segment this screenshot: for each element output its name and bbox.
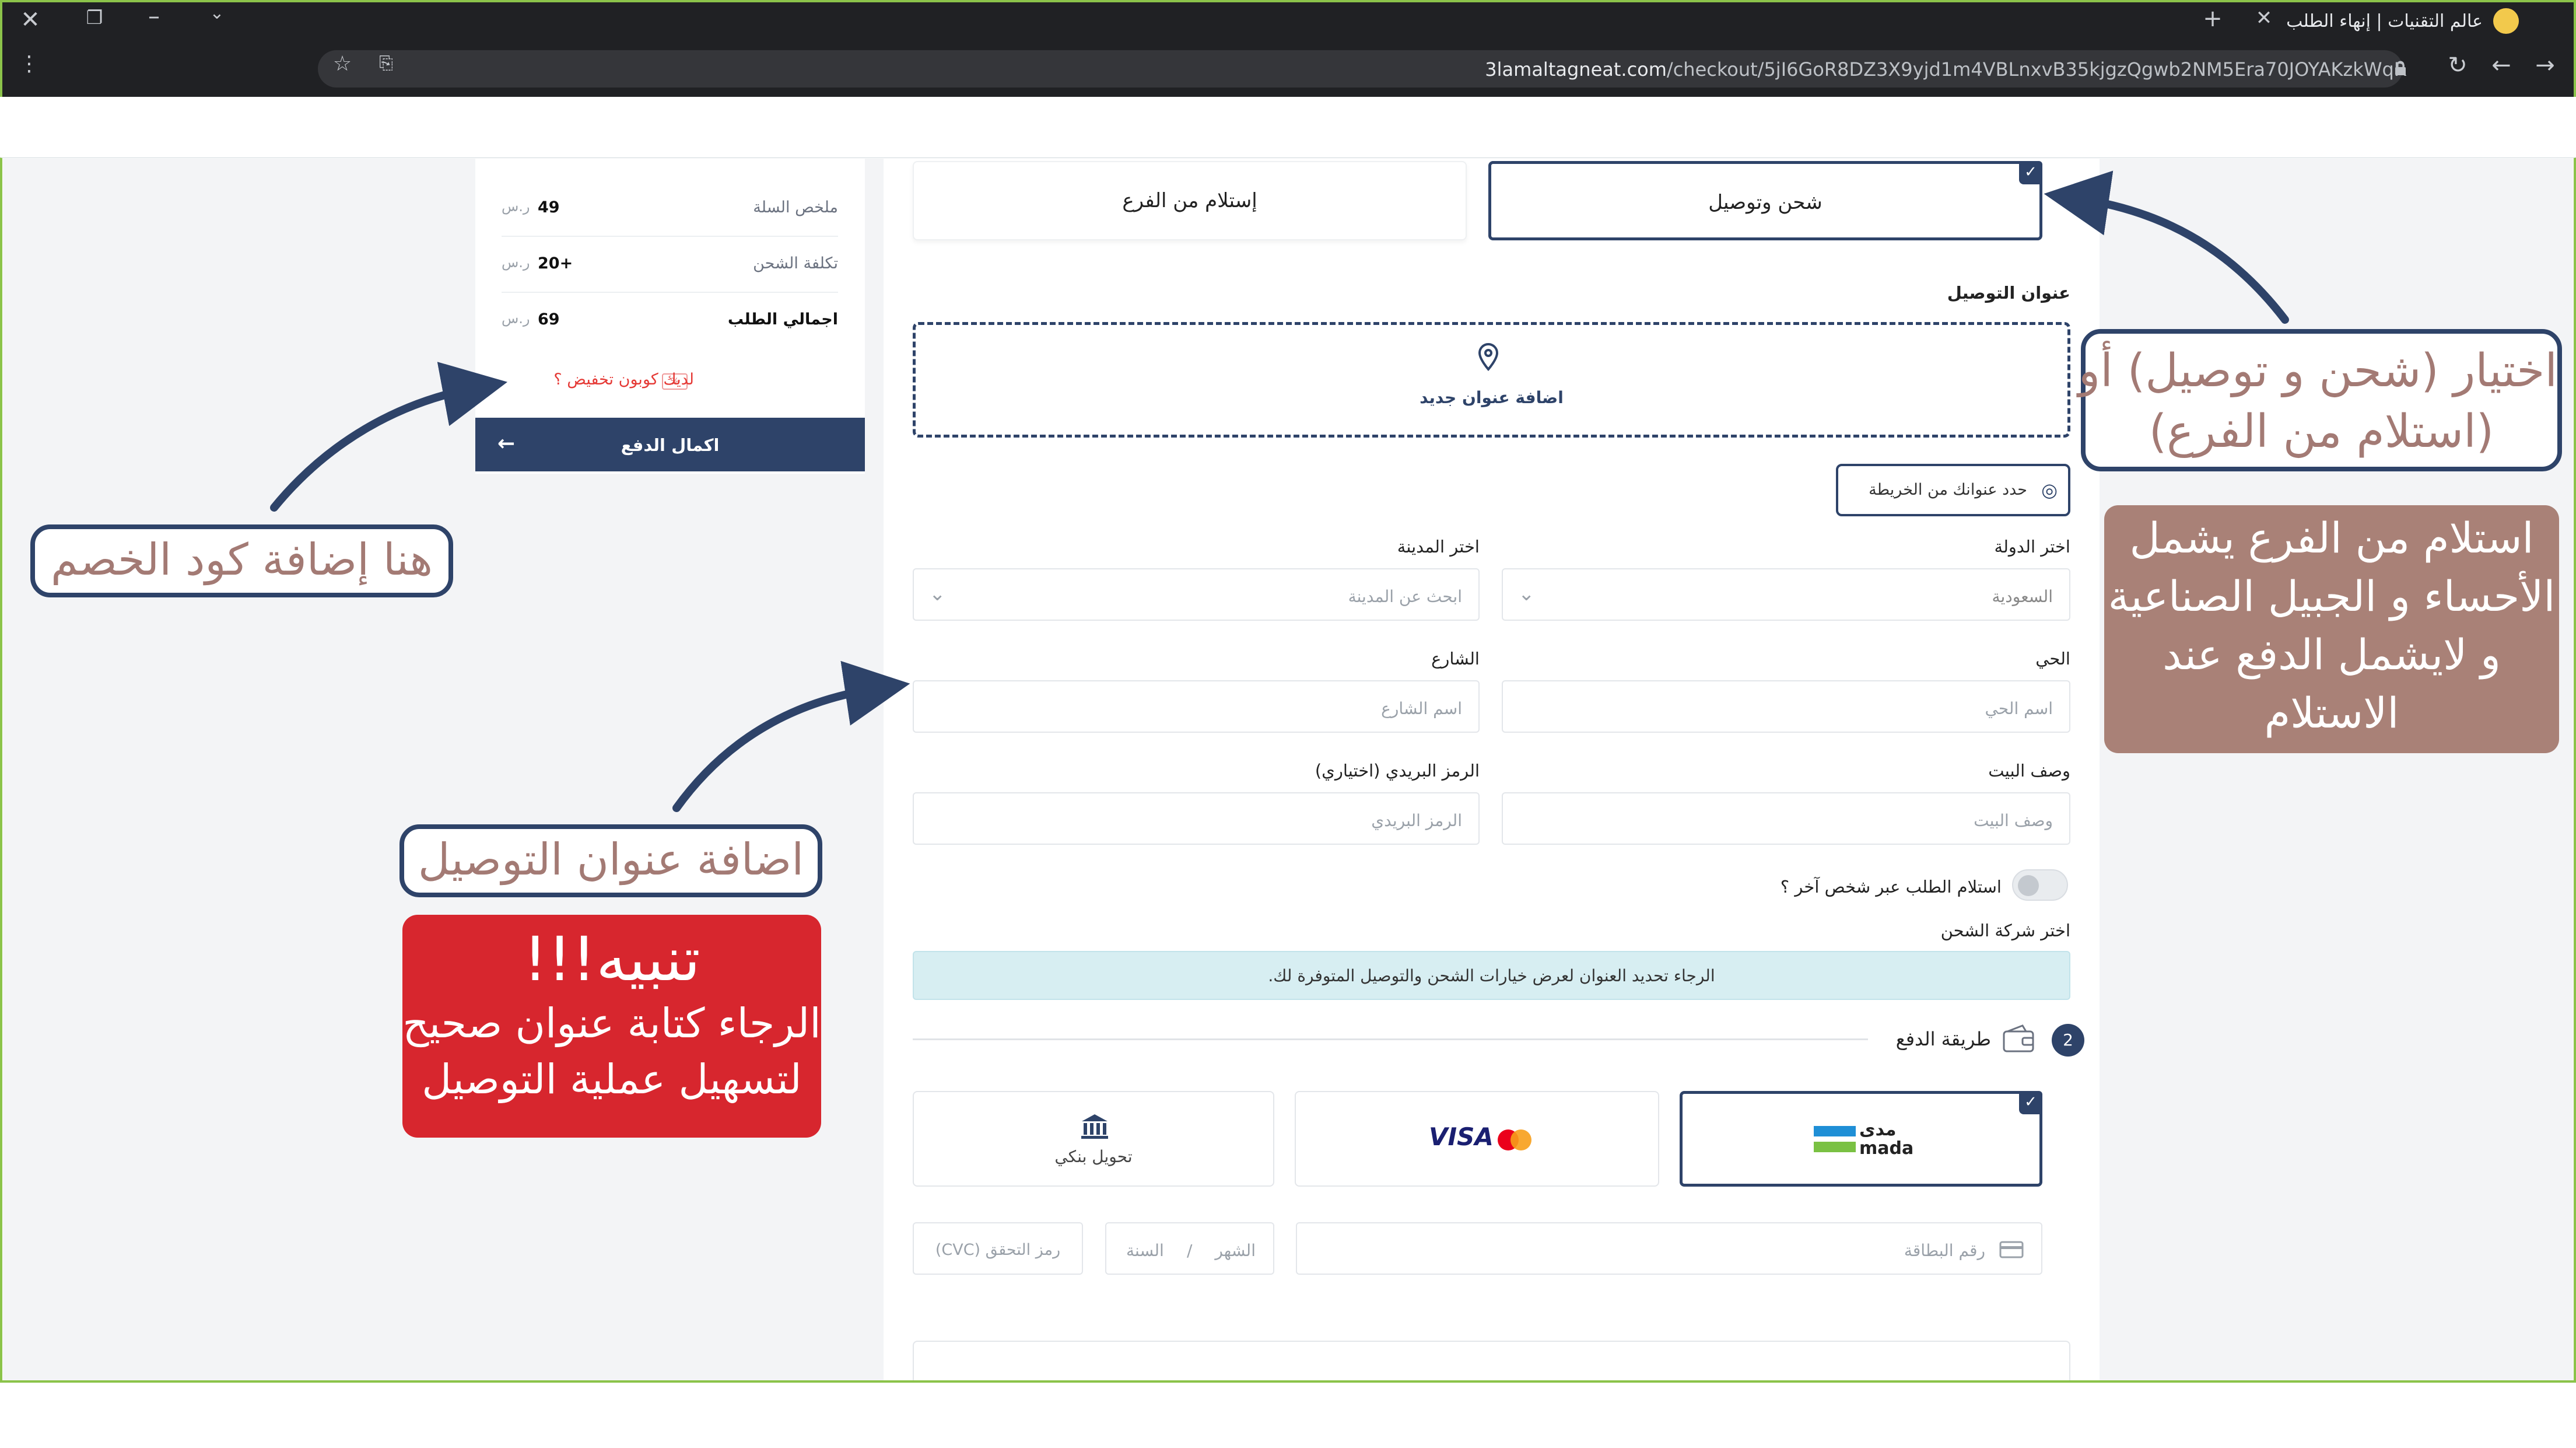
arrow-to-address-form — [672, 660, 910, 812]
callout-line: الاستلام — [2264, 688, 2399, 737]
arrow-to-coupon — [270, 362, 508, 512]
callout-warning: تنبيه!!! الرجاء كتابة عنوان صحيح لتسهيل … — [402, 915, 821, 1138]
callout-branch-pickup-note: استلام من الفرع يشمل الأحساء و الجبيل ال… — [2104, 505, 2559, 753]
callout-delivery-choice: اختيار (شحن و توصيل) أو (استلام من الفرع… — [2078, 329, 2562, 471]
callout-line: اختيار (شحن و توصيل) أو — [2078, 345, 2557, 397]
warning-title: تنبيه!!! — [523, 924, 700, 995]
callout-line: و لايشمل الدفع عند — [2163, 630, 2501, 679]
callout-line: الأحساء و الجبيل الصناعية — [2108, 572, 2556, 621]
callout-line: استلام من الفرع يشمل — [2129, 513, 2534, 562]
warning-line: الرجاء كتابة عنوان صحيح — [402, 999, 821, 1047]
warning-line: لتسهيل عملية التوصيل — [422, 1055, 802, 1103]
callout-coupon-hint: هنا إضافة كود الخصم — [30, 524, 453, 597]
callout-line: (استلام من الفرع) — [2149, 405, 2494, 458]
callout-address-hint: اضافة عنوان التوصيل — [399, 824, 822, 897]
arrow-to-delivery-options — [2044, 170, 2289, 324]
